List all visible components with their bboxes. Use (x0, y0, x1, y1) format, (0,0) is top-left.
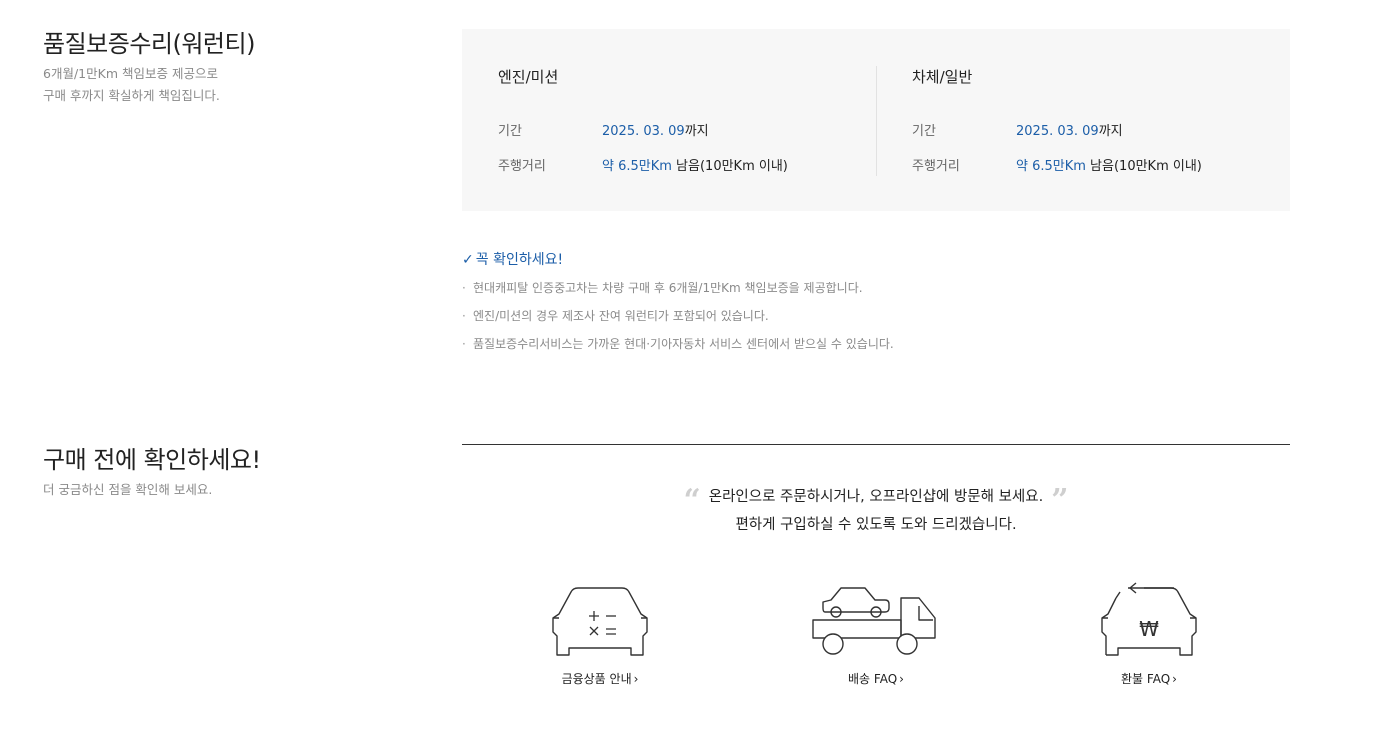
period-row: 기간 2025. 03. 09까지 (912, 120, 1123, 139)
close-quote-icon: ” (1051, 483, 1069, 518)
period-suffix: 까지 (684, 124, 709, 139)
before-purchase-desc: 더 궁금하신 점을 확인해 보세요. (43, 482, 213, 497)
bullet-icon: · (462, 337, 466, 351)
guide-quote: “온라인으로 주문하시거나, 오프라인샵에 방문해 보세요.” 편하게 구입하실… (683, 483, 1069, 534)
period-row: 기간 2025. 03. 09까지 (498, 120, 709, 139)
column-title: 엔진/미션 (498, 68, 559, 86)
warranty-column-engine: 엔진/미션 기간 2025. 03. 09까지 주행거리 약 6.5만Km 남음(1… (498, 29, 876, 211)
finance-guide-link[interactable]: 금융상품 안내 › (510, 580, 690, 687)
refund-faq-label: 환불 FAQ › (1121, 672, 1177, 686)
warranty-column-body: 차체/일반 기간 2025. 03. 09까지 주행거리 약 6.5만Km 남음(1… (912, 29, 1290, 211)
period-value: 2025. 03. 09 (1016, 124, 1099, 139)
section-divider (462, 444, 1290, 445)
chevron-right-icon: › (899, 672, 904, 686)
distance-row: 주행거리 약 6.5만Km 남음(10만Km 이내) (498, 155, 788, 174)
before-purchase-title: 구매 전에 확인하세요! (43, 446, 261, 474)
bullet-icon: · (462, 281, 466, 295)
distance-label: 주행거리 (498, 159, 546, 174)
distance-suffix: 남음(10만Km 이내) (1085, 159, 1202, 174)
svg-text:₩: ₩ (1139, 617, 1159, 641)
delivery-faq-label: 배송 FAQ › (848, 672, 904, 686)
distance-value: 약 6.5만Km (602, 159, 672, 174)
delivery-faq-link[interactable]: 배송 FAQ › (786, 580, 966, 687)
chevron-right-icon: › (633, 672, 639, 686)
check-notice-list: · 현대캐피탈 인증중고차는 차량 구매 후 6개월/1만Km 책임보증을 제공합… (462, 277, 894, 361)
period-label: 기간 (498, 124, 522, 139)
list-item: · 현대캐피탈 인증중고차는 차량 구매 후 6개월/1만Km 책임보증을 제공합… (462, 277, 894, 305)
chevron-right-icon: › (1172, 672, 1177, 686)
refund-faq-link[interactable]: ₩ 환불 FAQ › (1059, 580, 1239, 687)
period-value: 2025. 03. 09 (602, 124, 685, 139)
bullet-icon: · (462, 309, 466, 323)
period-label: 기간 (912, 124, 936, 139)
finance-guide-label: 금융상품 안내 › (561, 672, 639, 686)
period-suffix: 까지 (1098, 124, 1123, 139)
list-item: · 품질보증수리서비스는 가까운 현대·기아자동차 서비스 센터에서 받으실 수 … (462, 333, 894, 361)
distance-row: 주행거리 약 6.5만Km 남음(10만Km 이내) (912, 155, 1202, 174)
open-quote-icon: “ (683, 483, 701, 518)
warranty-info-box: 엔진/미션 기간 2025. 03. 09까지 주행거리 약 6.5만Km 남음(1… (462, 29, 1290, 211)
check-notice-title: ✓ 꼭 확인하세요! (462, 252, 564, 268)
warranty-title: 품질보증수리(워런티) (43, 30, 255, 58)
list-item: · 엔진/미션의 경우 제조사 잔여 워런티가 포함되어 있습니다. (462, 305, 894, 333)
column-divider (876, 66, 877, 176)
car-calculator-icon (552, 587, 648, 656)
checkmark-icon: ✓ (462, 252, 474, 268)
distance-value: 약 6.5만Km (1016, 159, 1086, 174)
warranty-desc: 6개월/1만Km 책임보증 제공으로 구매 후까지 확실하게 책임집니다. (43, 66, 220, 103)
distance-suffix: 남음(10만Km 이내) (671, 159, 788, 174)
column-title: 차체/일반 (912, 68, 973, 86)
tow-truck-icon (812, 587, 936, 655)
car-refund-icon: ₩ (1101, 582, 1197, 656)
distance-label: 주행거리 (912, 159, 960, 174)
